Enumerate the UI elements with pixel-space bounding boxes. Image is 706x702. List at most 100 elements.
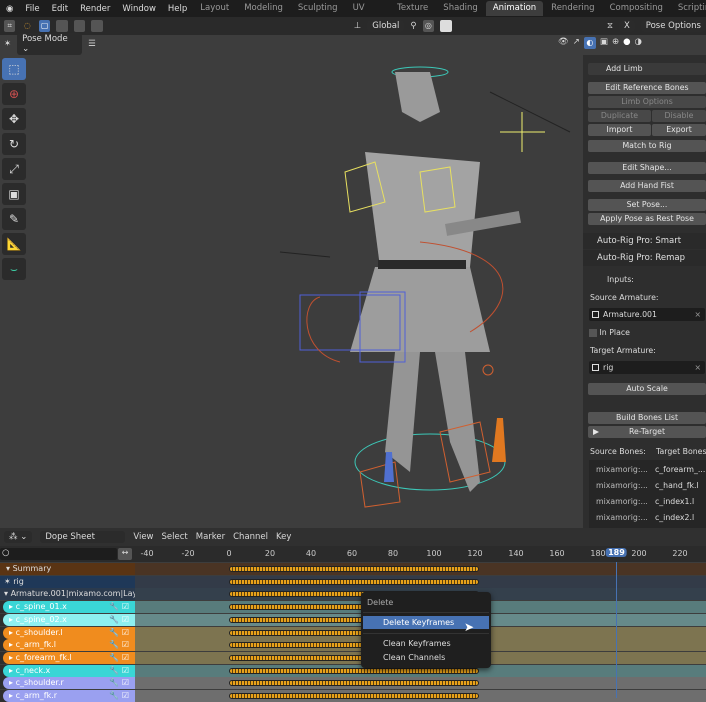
channel-search-input[interactable]: ○ [0,548,117,560]
select-mode-new-icon[interactable]: ▢ [39,20,50,32]
limb-options-button[interactable]: Limb Options [588,96,706,108]
source-armature-field[interactable]: Armature.001× [589,308,705,321]
keyframe-strip[interactable] [229,579,479,585]
set-pose-button[interactable]: Set Pose... [588,199,706,211]
menu-item-clean-keyframes[interactable]: Clean Keyframes [363,637,489,650]
rotate-tool-icon[interactable]: ↻ [2,133,26,155]
channel-track[interactable] [135,563,706,575]
menu-channel[interactable]: Channel [233,532,268,542]
channel-group[interactable]: ▸ c_neck.x🔧 ☑ [0,665,135,677]
menu-help[interactable]: Help [162,4,193,14]
export-button[interactable]: Export [652,124,706,136]
tab-texture-paint[interactable]: Texture Paint [390,1,435,16]
bone-target[interactable]: c_index2.l [655,513,694,522]
add-hand-fist-button[interactable]: Add Hand Fist [588,180,706,192]
menu-edit[interactable]: Edit [46,4,74,14]
menu-key[interactable]: Key [276,532,291,542]
xray-icon[interactable]: ▣ [600,37,608,49]
3d-viewport[interactable] [0,52,583,528]
material-shading-icon[interactable]: ◑ [635,37,642,49]
modifier-mute-lock-icons[interactable]: 🔧 ☑ [109,627,129,639]
match-to-rig-button[interactable]: Match to Rig [588,140,706,152]
pose-options-button[interactable]: Pose Options [641,20,706,32]
bones-list[interactable]: mixamorig:...c_forearm_... mixamorig:...… [589,460,706,528]
channel-group[interactable]: ▸ c_spine_01.x🔧 ☑ [0,601,135,613]
modifier-mute-lock-icons[interactable]: 🔧 ☑ [109,665,129,677]
channel-group[interactable]: ▸ c_arm_fk.r🔧 ☑ [0,690,135,702]
edit-shape-button[interactable]: Edit Shape... [588,162,706,174]
import-button[interactable]: Import [588,124,651,136]
keyframe-strip[interactable] [229,693,479,699]
x-mirror-toggle[interactable]: X [619,20,635,32]
modifier-mute-lock-icons[interactable]: 🔧 ☑ [109,690,129,702]
select-mode-subtract-icon[interactable] [74,20,85,32]
edit-reference-bones-button[interactable]: Edit Reference Bones [588,82,706,94]
channel-group[interactable]: ▸ c_shoulder.r🔧 ☑ [0,677,135,689]
channel-summary[interactable]: ▾ Summary [0,563,135,575]
channel-track[interactable] [135,677,706,689]
tab-layout[interactable]: Layout [193,1,236,16]
modifier-mute-lock-icons[interactable]: 🔧 ☑ [109,677,129,689]
channel-group[interactable]: ▸ c_shoulder.l🔧 ☑ [0,627,135,639]
measure-tool-icon[interactable]: 📐 [2,233,26,255]
snap-icon[interactable]: ⚲ [410,21,416,31]
tab-shading[interactable]: Shading [436,1,485,16]
select-tool-icon[interactable]: ◌ [21,20,32,32]
add-limb-dropdown[interactable]: Add Limb [588,63,706,75]
sync-length-icon[interactable]: ↔ [118,548,132,560]
gizmo-icon[interactable]: ↗ [573,37,580,49]
tab-modeling[interactable]: Modeling [237,1,290,16]
channel-track[interactable] [135,690,706,702]
proportional-editing-icon[interactable]: ◎ [423,20,434,32]
modifier-mute-lock-icons[interactable]: 🔧 ☑ [109,601,129,613]
clear-icon[interactable]: × [694,361,701,374]
visibility-icon[interactable]: 👁 [558,37,569,49]
bone-target[interactable]: c_hand_fk.l [655,481,699,490]
solid-shading-icon[interactable]: ● [623,37,630,49]
bone-target[interactable]: c_index1.l [655,497,694,506]
apply-pose-as-rest-button[interactable]: Apply Pose as Rest Pose [588,213,706,225]
transform-tool-icon[interactable]: ▣ [2,183,26,205]
wireframe-shading-icon[interactable]: ⊕ [612,37,619,49]
bone-target[interactable]: c_forearm_... [655,465,705,474]
in-place-checkbox[interactable]: In Place [589,328,630,337]
move-tool-icon[interactable]: ✥ [2,108,26,130]
bone-pose-tool-icon[interactable]: ⌣ [2,258,26,280]
mirror-icon[interactable]: ⧖ [607,21,613,31]
blender-logo-icon[interactable]: ◉ [0,4,19,14]
channel-object[interactable]: ✶ rig [0,576,135,588]
retarget-button[interactable]: ▶Re-Target [588,426,706,438]
select-box-tool-icon[interactable]: ⬚ [2,58,26,80]
inputs-subpanel[interactable]: Inputs: [607,275,634,284]
duplicate-button[interactable]: Duplicate [588,110,651,122]
panel-header-remap[interactable]: Auto-Rig Pro: Remap [583,250,706,266]
menu-view[interactable]: View [133,532,153,542]
playhead-line[interactable] [616,562,617,698]
menu-item-clean-channels[interactable]: Clean Channels [363,651,489,664]
keyframe-strip[interactable] [229,566,479,572]
build-bones-list-button[interactable]: Build Bones List [588,412,706,424]
tab-uv-editing[interactable]: UV Editing [346,1,390,16]
menu-render[interactable]: Render [74,4,116,14]
dopesheet-mode-dropdown[interactable]: Dope Sheet [40,531,125,543]
menu-window[interactable]: Window [116,4,162,14]
transform-pivot-icon[interactable]: ⌗ [4,20,15,32]
keyframe-strip[interactable] [229,668,479,674]
menu-marker[interactable]: Marker [196,532,225,542]
tab-rendering[interactable]: Rendering [544,1,601,16]
tab-animation[interactable]: Animation [486,1,543,16]
channel-track[interactable] [135,576,706,588]
bone-source[interactable]: mixamorig:... [596,497,648,506]
proportional-falloff-icon[interactable] [440,20,451,32]
tab-compositing[interactable]: Compositing [603,1,670,16]
cursor-tool-icon[interactable]: ⊕ [2,83,26,105]
select-mode-extend-icon[interactable] [56,20,67,32]
channel-action[interactable]: ▾ Armature.001|mixamo.com|Layer0 [0,588,135,600]
modifier-mute-lock-icons[interactable]: 🔧 ☑ [109,614,129,626]
keyframe-strip[interactable] [229,680,479,686]
orientation-dropdown[interactable]: Global [367,20,404,32]
current-frame-indicator[interactable]: 189 [606,548,627,557]
annotate-tool-icon[interactable]: ✎ [2,208,26,230]
disable-button[interactable]: Disable [652,110,706,122]
panel-header-smart[interactable]: Auto-Rig Pro: Smart [583,233,706,249]
